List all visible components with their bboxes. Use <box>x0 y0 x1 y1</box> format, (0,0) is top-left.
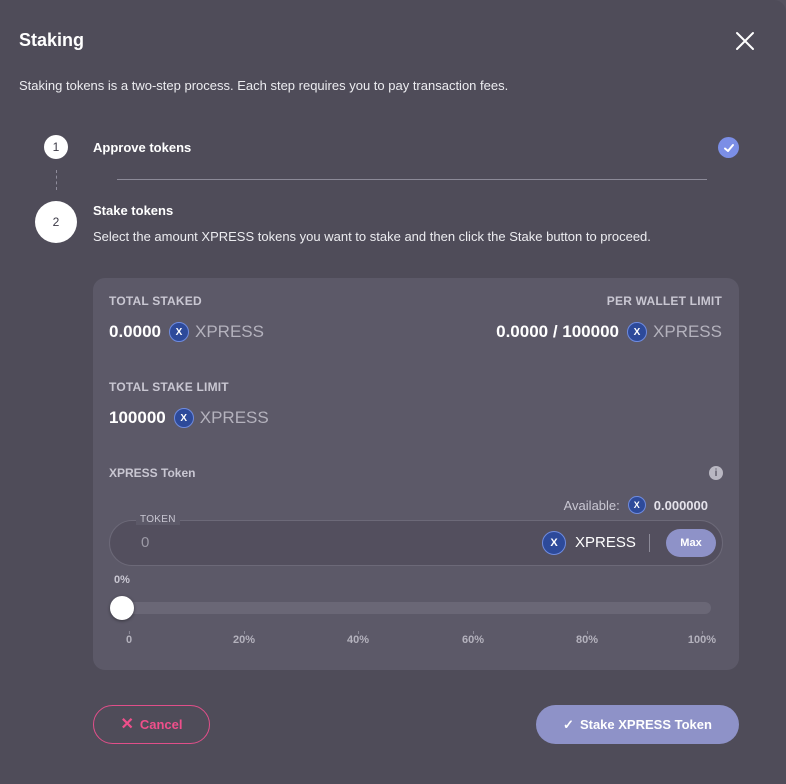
slider-tick: 60% <box>461 631 485 646</box>
check-icon <box>718 137 739 158</box>
total-staked-amount: 0.0000 <box>109 322 161 341</box>
slider-tick: 0 <box>125 631 133 646</box>
step-connector <box>56 170 57 190</box>
total-stake-limit-token: XPRESS <box>199 408 269 427</box>
total-staked-token: XPRESS <box>195 322 264 341</box>
xpress-coin-icon: X <box>173 408 194 428</box>
check-icon: ✓ <box>563 716 574 732</box>
per-wallet-limit-value: 0.0000 / 100000 X XPRESS <box>496 320 722 344</box>
token-symbol: XPRESS <box>575 534 636 551</box>
stake-slider-thumb[interactable] <box>110 596 134 620</box>
xpress-coin-icon: X <box>169 322 189 342</box>
per-wallet-limit-label: PER WALLET LIMIT <box>606 294 722 308</box>
total-staked-label: TOTAL STAKED <box>109 294 202 308</box>
total-stake-limit-value: 100000 X XPRESS <box>109 406 269 430</box>
cancel-label: Cancel <box>139 717 183 732</box>
slider-tick: 100% <box>687 631 717 646</box>
per-wallet-limit-token: XPRESS <box>653 322 722 341</box>
step-2-number: 2 <box>35 201 77 243</box>
slider-current-percent: 0% <box>114 574 130 586</box>
step-2-description: Select the amount XPRESS tokens you want… <box>93 229 651 244</box>
available-label: Available: <box>563 497 620 513</box>
close-icon[interactable] <box>734 30 756 52</box>
per-wallet-limit-amount: 0.0000 / 100000 <box>496 322 620 341</box>
staking-dialog: Staking Staking tokens is a two-step pro… <box>0 0 786 784</box>
max-button[interactable]: Max <box>666 529 716 557</box>
slider-tick: 20% <box>232 631 256 646</box>
step-1-label: Approve tokens <box>93 140 192 155</box>
token-input-legend: TOKEN <box>136 514 180 525</box>
input-separator <box>649 534 650 552</box>
dialog-title: Staking <box>19 30 85 50</box>
total-stake-limit-amount: 100000 <box>109 408 166 427</box>
available-balance: Available: X 0.000000 <box>564 496 708 514</box>
stake-slider-track[interactable] <box>121 602 711 614</box>
dialog-intro: Staking tokens is a two-step process. Ea… <box>19 78 509 93</box>
xpress-coin-icon: X <box>627 496 646 514</box>
step-divider <box>117 179 707 180</box>
stake-button[interactable]: ✓ Stake XPRESS Token <box>536 705 739 744</box>
available-value: 0.000000 <box>653 497 708 513</box>
stake-label: Stake XPRESS Token <box>579 717 712 732</box>
slider-tick: 80% <box>575 631 599 646</box>
token-amount-input[interactable]: TOKEN 0 X XPRESS Max <box>109 514 723 566</box>
xpress-coin-icon: X <box>542 531 566 555</box>
token-input-value[interactable]: 0 <box>141 534 149 551</box>
token-field-label: XPRESS Token <box>109 466 196 480</box>
cancel-button[interactable]: ✕ Cancel <box>93 705 210 744</box>
xpress-coin-icon: X <box>627 322 648 342</box>
stake-card: TOTAL STAKED 0.0000 X XPRESS PER WALLET … <box>93 278 739 670</box>
step-2-label: Stake tokens <box>93 203 174 218</box>
total-staked-value: 0.0000 X XPRESS <box>109 320 264 344</box>
info-icon[interactable]: i <box>709 466 723 480</box>
step-1-number: 1 <box>44 135 68 159</box>
close-icon: ✕ <box>120 715 134 733</box>
slider-tick: 40% <box>346 631 370 646</box>
total-stake-limit-label: TOTAL STAKE LIMIT <box>109 380 229 394</box>
